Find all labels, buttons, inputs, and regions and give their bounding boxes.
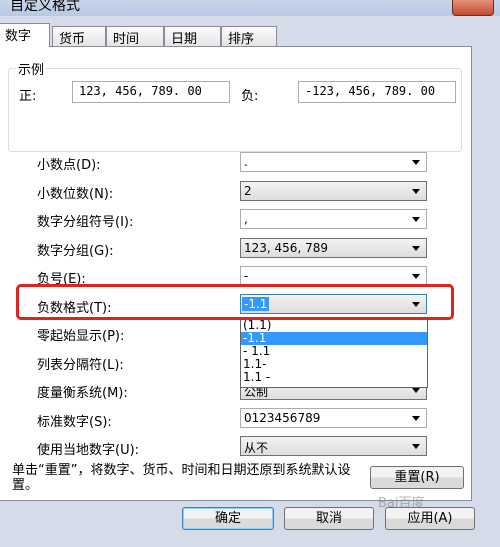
digit-grouping-label: 数字分组(G):: [37, 244, 114, 259]
decimal-digits-label: 小数位数(N):: [37, 187, 114, 202]
tab-time[interactable]: 时间: [106, 26, 164, 47]
standard-digits-label: 标准数字(S):: [37, 415, 112, 430]
leading-zero-label: 零起始显示(P):: [37, 329, 125, 344]
decimal-digits-combo[interactable]: 2: [240, 181, 427, 201]
chevron-down-icon: [412, 160, 420, 165]
chevron-down-icon: [412, 274, 420, 279]
chevron-down-icon: [412, 246, 420, 251]
annotation-highlight-box: [16, 284, 454, 320]
grouping-symbol-value: ,: [244, 212, 248, 226]
digit-grouping-combo[interactable]: 123, 456, 789: [240, 238, 427, 258]
chevron-down-icon: [412, 217, 420, 222]
negative-sample-field: -123, 456, 789. 00: [298, 81, 456, 103]
native-digits-label: 使用当地数字(U):: [37, 443, 140, 458]
tab-currency[interactable]: 货币: [52, 26, 106, 47]
chevron-down-icon: [412, 416, 420, 421]
digit-grouping-value: 123, 456, 789: [244, 241, 328, 255]
chevron-down-icon: [412, 388, 420, 393]
measurement-system-label: 度量衡系统(M):: [37, 386, 128, 401]
reset-note: 单击“重置”，将数字、货币、时间和日期还原到系统默认设置。: [12, 463, 351, 493]
native-digits-value: 从不: [244, 441, 269, 455]
negative-sign-combo[interactable]: -: [240, 266, 427, 286]
chevron-down-icon: [412, 444, 420, 449]
tab-strip: 数字 货币 时间 日期 排序: [0, 23, 500, 47]
dropdown-option[interactable]: (1.1): [241, 319, 427, 332]
window-title: 自定义格式: [10, 0, 80, 14]
positive-label: 正:: [19, 89, 37, 104]
standard-digits-combo[interactable]: 0123456789: [240, 408, 427, 428]
decimal-digits-value: 2: [244, 184, 252, 198]
ok-button[interactable]: 确定: [182, 507, 274, 530]
grouping-symbol-label: 数字分组符号(I):: [37, 215, 134, 230]
tab-sort[interactable]: 排序: [221, 26, 277, 47]
negative-label: 负:: [241, 89, 259, 104]
sample-legend: 示例: [16, 59, 47, 78]
list-separator-label: 列表分隔符(L):: [37, 358, 124, 373]
cancel-button[interactable]: 取消: [284, 507, 374, 530]
close-icon[interactable]: [452, 0, 494, 16]
chevron-down-icon: [412, 189, 420, 194]
title-bar: 自定义格式: [0, 0, 500, 16]
decimal-symbol-label: 小数点(D):: [37, 158, 101, 173]
decimal-symbol-value: .: [244, 155, 248, 169]
reset-button[interactable]: 重置(R): [370, 466, 464, 489]
negative-sign-value: -: [244, 269, 249, 283]
standard-digits-value: 0123456789: [244, 411, 321, 425]
dropdown-option[interactable]: - 1.1: [241, 345, 427, 358]
decimal-symbol-combo[interactable]: .: [240, 152, 427, 172]
grouping-symbol-combo[interactable]: ,: [240, 209, 427, 229]
negative-format-dropdown-list[interactable]: (1.1) -1.1 - 1.1 1.1- 1.1 -: [240, 318, 428, 388]
positive-sample-field: 123, 456, 789. 00: [72, 81, 230, 103]
watermark-logo: Bai百度: [378, 496, 425, 511]
dropdown-option[interactable]: 1.1 -: [241, 371, 427, 384]
tab-number[interactable]: 数字: [0, 23, 50, 47]
native-digits-combo[interactable]: 从不: [240, 436, 427, 456]
tab-date[interactable]: 日期: [164, 26, 221, 47]
